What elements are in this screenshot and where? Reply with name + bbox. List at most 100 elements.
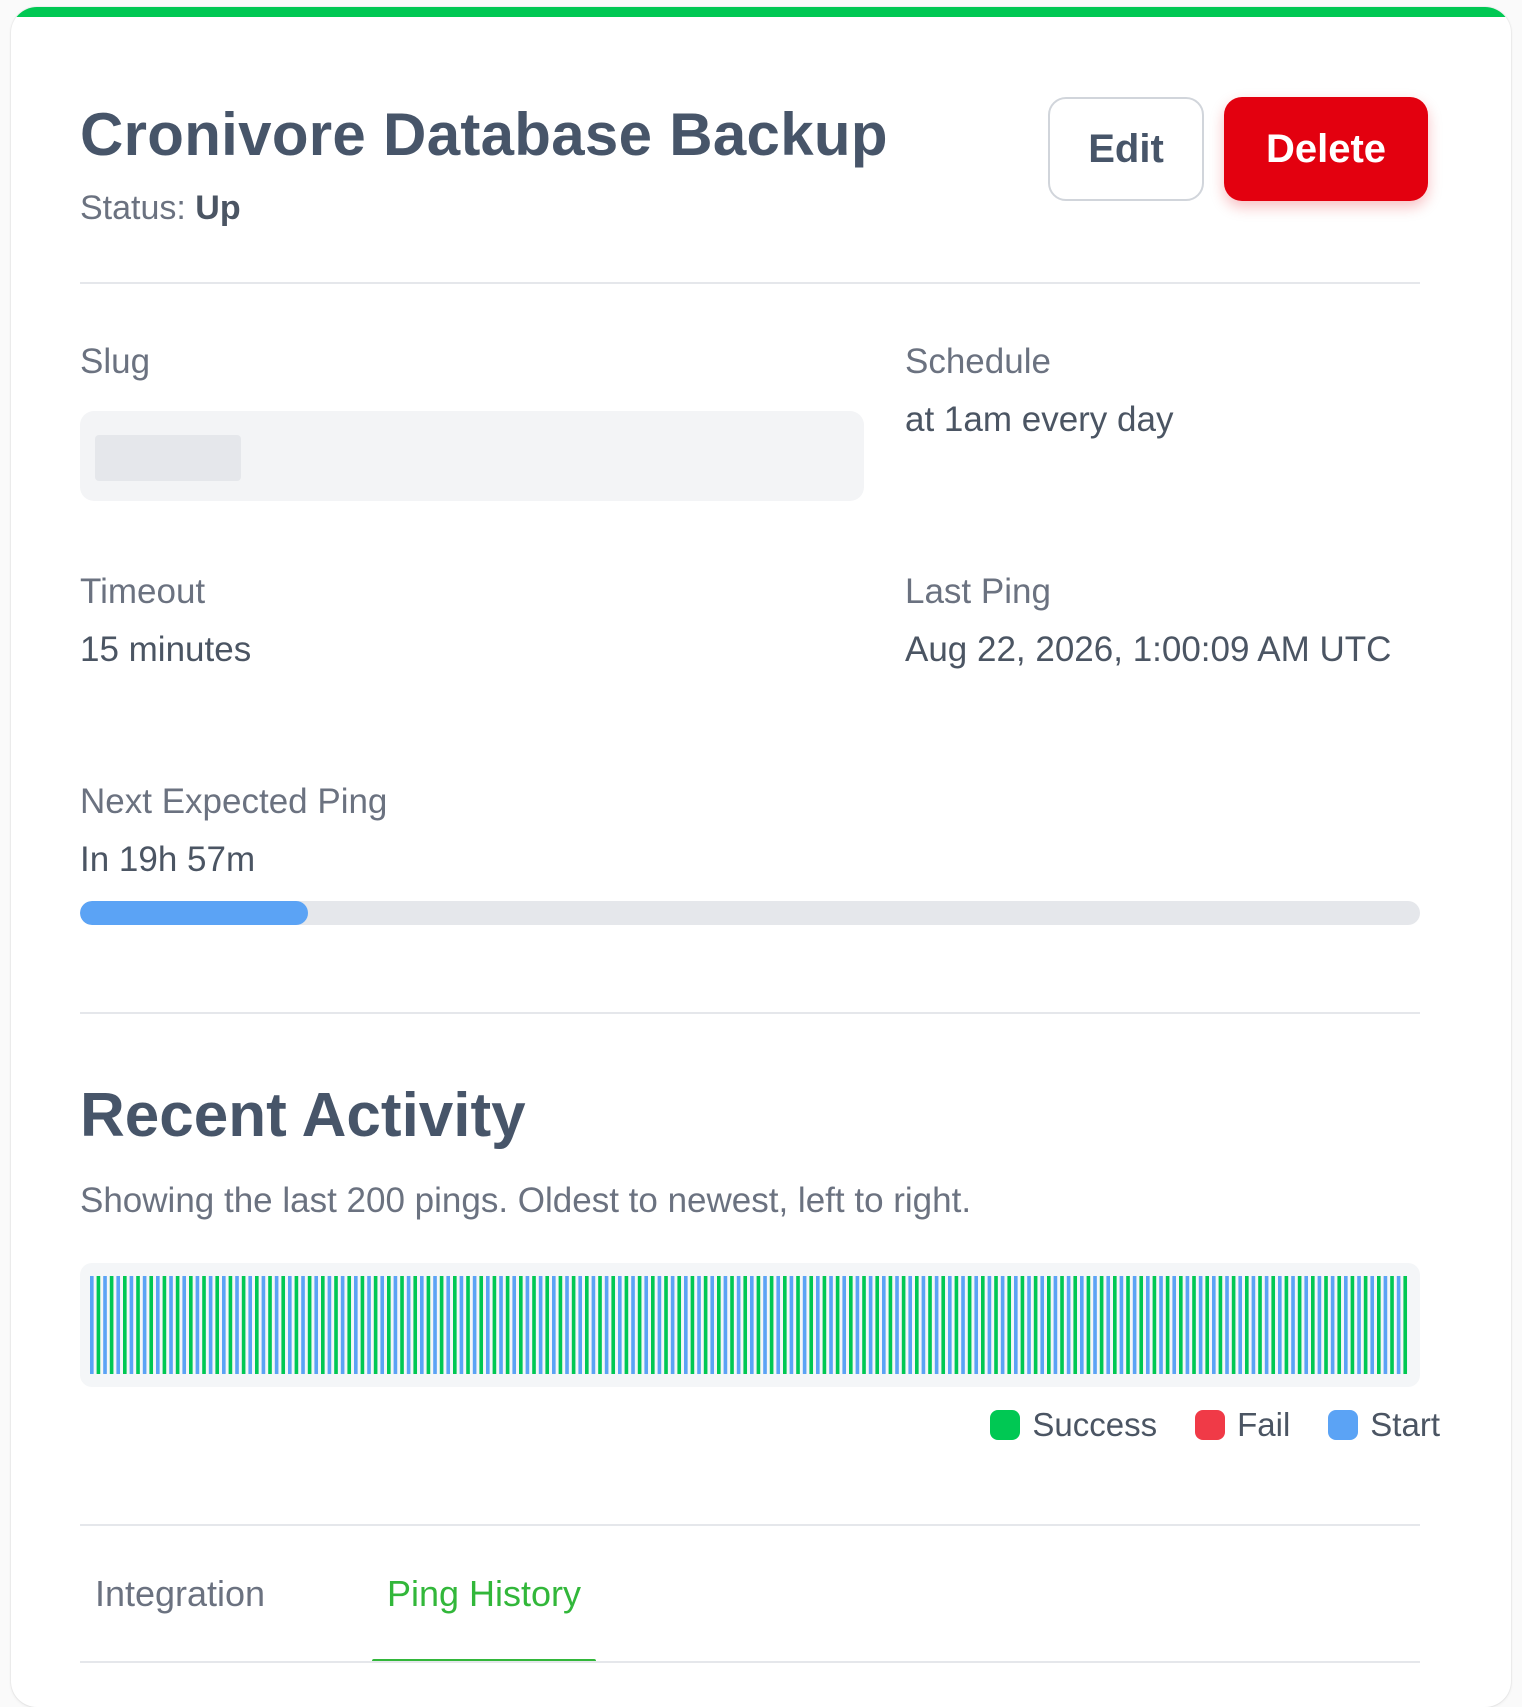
- ping-bar: [169, 1276, 173, 1374]
- slug-field[interactable]: [80, 411, 864, 501]
- ping-legend: Success Fail Start: [990, 1405, 1440, 1445]
- ping-bar: [222, 1276, 226, 1374]
- ping-bar: [611, 1276, 616, 1374]
- ping-bar: [677, 1276, 682, 1374]
- ping-bar: [796, 1276, 800, 1374]
- legend-swatch-fail: [1195, 1410, 1226, 1440]
- ping-bar: [908, 1276, 913, 1374]
- section-divider: [80, 1012, 1420, 1014]
- next-ping-progress-fill: [80, 901, 308, 925]
- ping-bar: [446, 1276, 451, 1374]
- ping-bar: [697, 1276, 701, 1374]
- ping-bar: [1192, 1276, 1196, 1374]
- recent-activity-description: Showing the last 200 pings. Oldest to ne…: [80, 1181, 972, 1220]
- ping-bar: [624, 1276, 629, 1374]
- ping-bar: [466, 1276, 470, 1374]
- ping-bar: [347, 1276, 352, 1374]
- tab-ping-history[interactable]: Ping History: [372, 1525, 596, 1663]
- legend-item-fail: Fail: [1195, 1405, 1290, 1445]
- ping-bar: [585, 1276, 589, 1374]
- ping-bar: [578, 1276, 583, 1374]
- ping-bar: [1000, 1276, 1005, 1374]
- ping-bar: [981, 1276, 985, 1374]
- ping-bar: [921, 1276, 926, 1374]
- ping-bar: [571, 1276, 576, 1374]
- legend-label-success: Success: [1032, 1406, 1158, 1443]
- ping-bar: [274, 1276, 279, 1374]
- ping-bar: [321, 1276, 325, 1374]
- delete-button[interactable]: Delete: [1224, 97, 1428, 201]
- ping-history-strip: [80, 1263, 1420, 1387]
- ping-bar: [961, 1276, 965, 1374]
- ping-bar: [393, 1276, 398, 1374]
- ping-bar: [710, 1276, 715, 1374]
- ping-bar: [512, 1276, 517, 1374]
- ping-bar: [769, 1276, 774, 1374]
- ping-bar: [228, 1276, 233, 1374]
- ping-bar: [994, 1276, 998, 1374]
- ping-bar: [1212, 1276, 1216, 1374]
- ping-bar: [162, 1276, 167, 1374]
- ping-bar: [1205, 1276, 1210, 1374]
- tab-integration[interactable]: Integration: [80, 1525, 280, 1663]
- ping-bar: [1370, 1276, 1375, 1374]
- ping-bar: [1258, 1276, 1262, 1374]
- ping-bar: [934, 1276, 939, 1374]
- schedule-label: Schedule: [905, 342, 1051, 381]
- ping-bar: [895, 1276, 899, 1374]
- ping-bar: [1185, 1276, 1190, 1374]
- ping-bar: [492, 1276, 497, 1374]
- ping-bar: [690, 1276, 695, 1374]
- ping-bar: [809, 1276, 814, 1374]
- ping-bar: [743, 1276, 748, 1374]
- ping-bar: [657, 1276, 662, 1374]
- ping-bar: [730, 1276, 734, 1374]
- ping-bar: [1330, 1276, 1335, 1374]
- status-label: Status:: [80, 189, 186, 227]
- ping-bar: [156, 1276, 160, 1374]
- ping-bar: [175, 1276, 180, 1374]
- ping-bar: [281, 1276, 286, 1374]
- ping-bar: [90, 1276, 94, 1374]
- ping-bar: [314, 1276, 319, 1374]
- edit-button[interactable]: Edit: [1048, 97, 1204, 201]
- ping-bar: [525, 1276, 530, 1374]
- ping-bar: [1284, 1276, 1289, 1374]
- ping-bar: [1264, 1276, 1269, 1374]
- ping-bar: [789, 1276, 794, 1374]
- ping-bar: [941, 1276, 946, 1374]
- ping-bar: [439, 1276, 444, 1374]
- ping-bar: [136, 1276, 140, 1374]
- ping-bar: [1377, 1276, 1381, 1374]
- ping-bar: [1218, 1276, 1223, 1374]
- ping-bar: [644, 1276, 649, 1374]
- ping-bar: [453, 1276, 457, 1374]
- ping-bar: [1271, 1276, 1276, 1374]
- ping-bar: [1099, 1276, 1104, 1374]
- ping-bar: [849, 1276, 853, 1374]
- ping-bar: [604, 1276, 609, 1374]
- slug-label: Slug: [80, 342, 151, 381]
- ping-bar: [1080, 1276, 1084, 1374]
- ping-bar: [400, 1276, 404, 1374]
- ping-bar: [538, 1276, 543, 1374]
- ping-bar: [1231, 1276, 1236, 1374]
- ping-bar: [591, 1276, 596, 1374]
- next-ping-progress-bar: [80, 901, 1420, 925]
- ping-bar: [459, 1276, 464, 1374]
- ping-bar: [1396, 1276, 1401, 1374]
- ping-bar: [1159, 1276, 1163, 1374]
- ping-bar: [1324, 1276, 1328, 1374]
- legend-item-success: Success: [990, 1405, 1157, 1445]
- next-ping-label: Next Expected Ping: [80, 782, 388, 821]
- ping-bar: [1139, 1276, 1144, 1374]
- ping-bar: [1344, 1276, 1348, 1374]
- ping-bar: [565, 1276, 569, 1374]
- ping-bar: [684, 1276, 688, 1374]
- ping-bar: [1251, 1276, 1256, 1374]
- schedule-value: at 1am every day: [905, 400, 1174, 439]
- ping-bar: [882, 1276, 886, 1374]
- ping-bar: [1027, 1276, 1031, 1374]
- ping-bar: [1152, 1276, 1157, 1374]
- ping-bar: [1198, 1276, 1203, 1374]
